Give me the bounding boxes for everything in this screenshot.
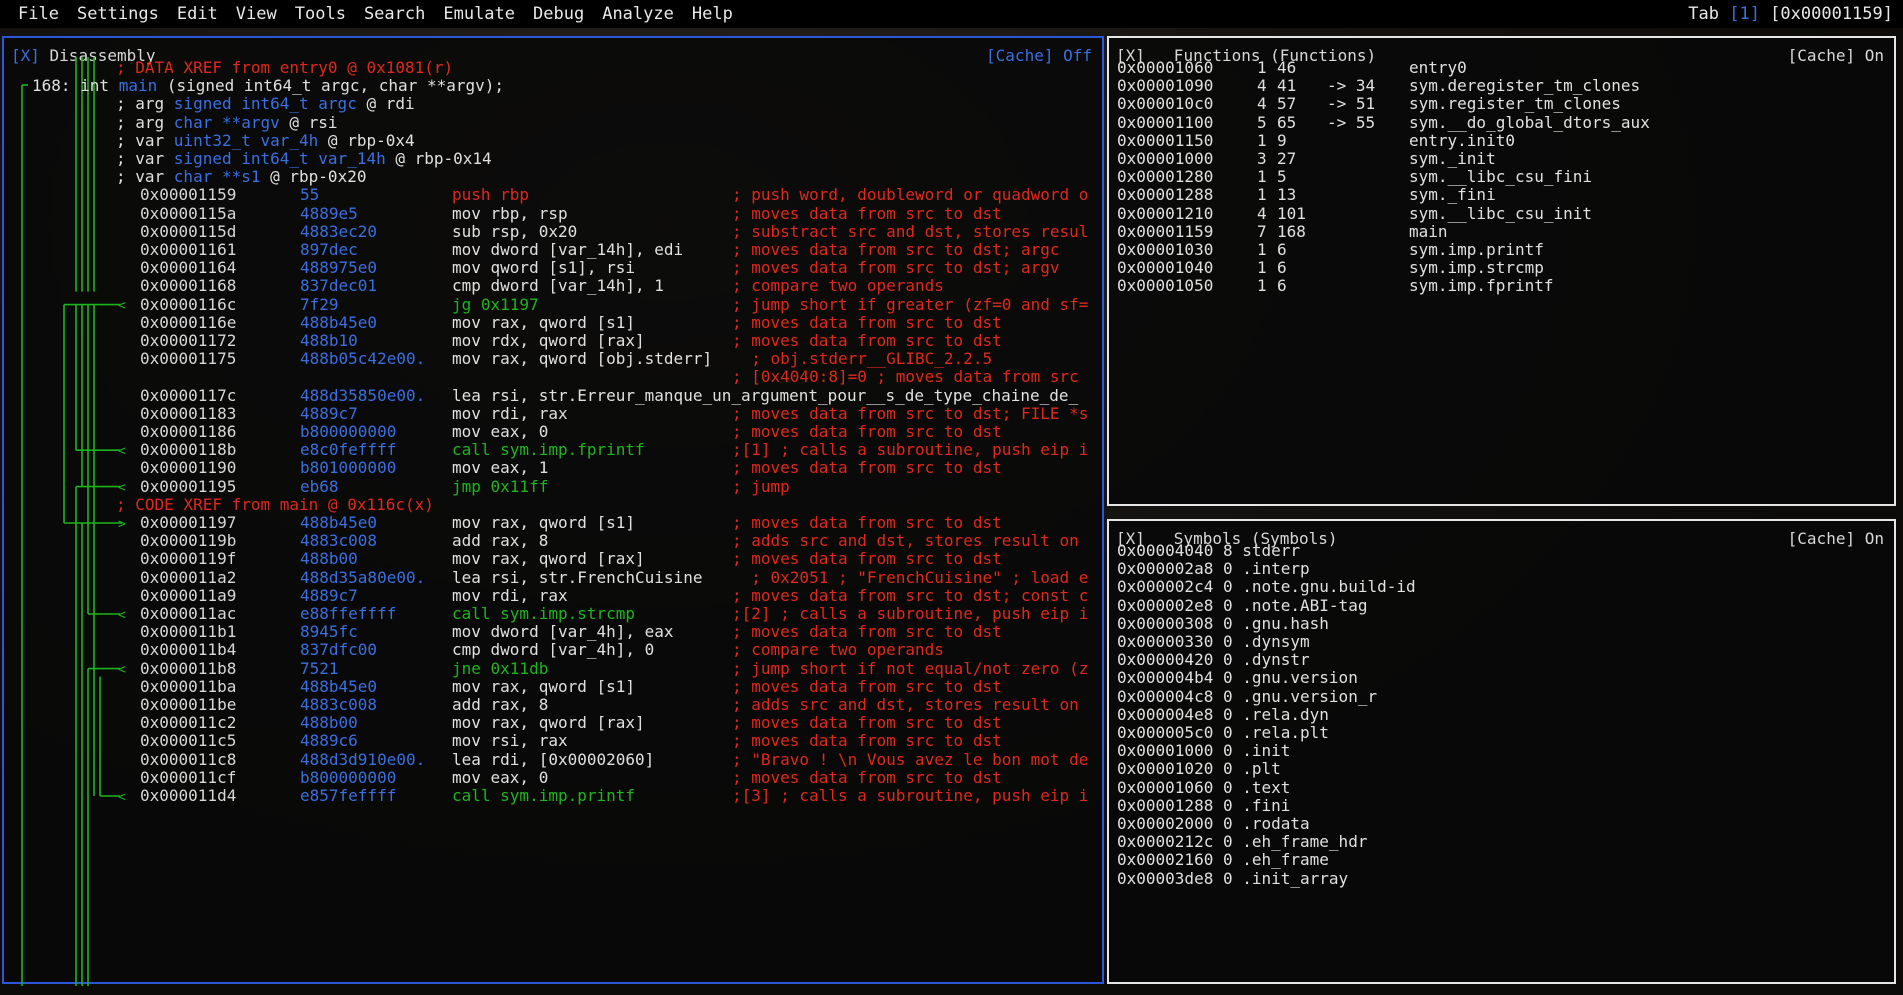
function-name: sym.imp.fprintf — [1409, 276, 1554, 296]
disassembly-cache-toggle[interactable]: [Cache] Off — [986, 46, 1092, 65]
var-type: signed int64_t argc — [173, 94, 357, 114]
menu-analyze[interactable]: Analyze — [593, 0, 683, 28]
tab-address: [0x00001159] — [1759, 4, 1893, 24]
var-location: @ rbp-0x4 — [318, 130, 415, 150]
instruction-bytes: e857feffff — [300, 786, 397, 805]
menu-file[interactable]: File — [0, 0, 68, 28]
var-type: char **s1 — [173, 167, 261, 187]
menu-search[interactable]: Search — [355, 0, 434, 28]
symbol-row[interactable]: 0x00003de8 0 .init_array — [1117, 868, 1348, 890]
function-signature: 168: int main (signed int64_t argc, char… — [32, 76, 504, 95]
var-location: @ rbp-0x20 — [260, 167, 367, 187]
var-prefix: ; var — [116, 130, 174, 150]
symbols-panel[interactable]: [X] Symbols (Symbols) [Cache] On 0x00004… — [1107, 519, 1896, 984]
menu-settings[interactable]: Settings — [68, 0, 168, 28]
tab-indicator[interactable]: Tab [1] [0x00001159] — [1688, 0, 1893, 28]
menu-tools[interactable]: Tools — [286, 0, 355, 28]
signature-suffix: (signed int64_t argc, char **argv); — [157, 76, 505, 96]
instruction-comment: ; jump — [732, 476, 790, 496]
menu-view[interactable]: View — [227, 0, 286, 28]
xref-comment: ; DATA XREF from entry0 @ 0x1081(r) — [116, 58, 454, 77]
instruction-opcode: call sym.imp.printf — [452, 786, 636, 805]
menu-emulate[interactable]: Emulate — [434, 0, 524, 28]
var-type: signed int64_t var_14h — [173, 149, 386, 168]
instruction-comment: ;[3] ; calls a subroutine, push eip i — [732, 786, 1089, 805]
instruction-opcode: jmp 0x11ff — [452, 476, 549, 496]
function-nbbs: 1 — [1257, 276, 1267, 296]
var-location: @ rsi — [279, 112, 338, 132]
xref-comment: ; CODE XREF from main @ 0x116c(x) — [116, 494, 434, 514]
tab-index: [1] — [1729, 4, 1760, 24]
cache-label: [Cache] — [986, 46, 1054, 65]
signature-prefix: 168: int — [32, 76, 119, 96]
cache-state: On — [1855, 529, 1884, 548]
cache-state: Off — [1053, 46, 1092, 65]
tab-label: Tab — [1688, 4, 1730, 24]
symbols-cache-toggle[interactable]: [Cache] On — [1788, 529, 1884, 548]
function-size: 6 — [1277, 276, 1287, 296]
function-name: main — [118, 76, 158, 96]
var-prefix: ; var — [116, 167, 174, 187]
function-row[interactable]: 0x00001050 1 6 sym.imp.fprintf — [1109, 275, 1889, 297]
var-location: @ rdi — [356, 94, 415, 114]
menu-debug[interactable]: Debug — [524, 0, 593, 28]
instruction-row[interactable]: 0x000011d4 e857feffff call sym.imp.printf;… — [4, 785, 1099, 807]
function-address: 0x00001050 — [1117, 276, 1214, 296]
functions-panel[interactable]: [X] Functions (Functions) [Cache] On 0x0… — [1107, 36, 1896, 506]
menu-help[interactable]: Help — [683, 0, 742, 28]
instruction-address: 0x000011d4 — [140, 786, 237, 805]
cache-label: [Cache] — [1787, 529, 1856, 548]
var-type: uint32_t var_4h — [173, 130, 319, 150]
var-type: char **argv — [173, 112, 280, 132]
var-prefix: ; arg — [116, 112, 174, 132]
var-location: @ rbp-0x14 — [385, 149, 492, 168]
menu-edit[interactable]: Edit — [168, 0, 227, 28]
var-prefix: ; var — [116, 149, 174, 168]
disassembly-panel[interactable]: [X] Disassembly [Cache] Off < > < < < < < ; DA… — [2, 36, 1104, 986]
var-prefix: ; arg — [116, 94, 174, 114]
menu-bar: File Settings Edit View Tools Search Emu… — [0, 0, 1903, 28]
